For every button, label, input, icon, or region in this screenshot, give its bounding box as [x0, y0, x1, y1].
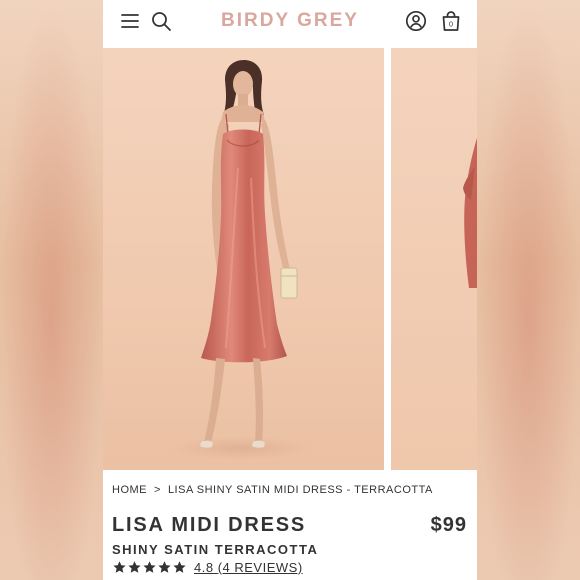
shopping-bag-icon[interactable]: 0 — [440, 10, 462, 32]
star-icon — [113, 561, 126, 573]
product-page: BIRDY GREY 0 HOME > LISA SHINY SATIN MID… — [103, 0, 477, 580]
product-color-subtitle: SHINY SATIN TERRACOTTA — [112, 542, 319, 557]
rating-stars — [112, 560, 187, 575]
reviews-count: (4 REVIEWS) — [217, 560, 303, 575]
next-photo-peek — [463, 138, 477, 288]
product-price: $99 — [430, 514, 467, 536]
product-image-gallery[interactable] — [103, 48, 477, 470]
account-icon[interactable] — [405, 10, 427, 32]
product-photo-main[interactable] — [103, 48, 384, 470]
reviews-link[interactable]: 4.8 (4 REVIEWS) — [194, 560, 303, 575]
background-blur-right — [477, 0, 580, 580]
star-icon — [173, 561, 186, 573]
product-rating[interactable]: 4.8 (4 REVIEWS) — [112, 560, 303, 575]
background-blur-left — [0, 0, 103, 580]
star-icon — [158, 561, 171, 573]
cart-count: 0 — [449, 20, 453, 29]
breadcrumb-home-link[interactable]: HOME — [112, 484, 147, 496]
site-header: BIRDY GREY 0 — [103, 0, 477, 44]
star-icon — [143, 561, 156, 573]
product-photo-next[interactable] — [391, 48, 477, 470]
breadcrumb: HOME > LISA SHINY SATIN MIDI DRESS - TERRA… — [112, 484, 433, 496]
product-title: LISA MIDI DRESS — [112, 514, 307, 536]
star-icon — [128, 561, 141, 573]
breadcrumb-current: LISA SHINY SATIN MIDI DRESS - TERRACOTTA — [167, 484, 433, 496]
rating-value: 4.8 — [194, 560, 214, 575]
model-in-dress-illustration — [171, 60, 311, 460]
breadcrumb-separator: > — [154, 484, 161, 496]
